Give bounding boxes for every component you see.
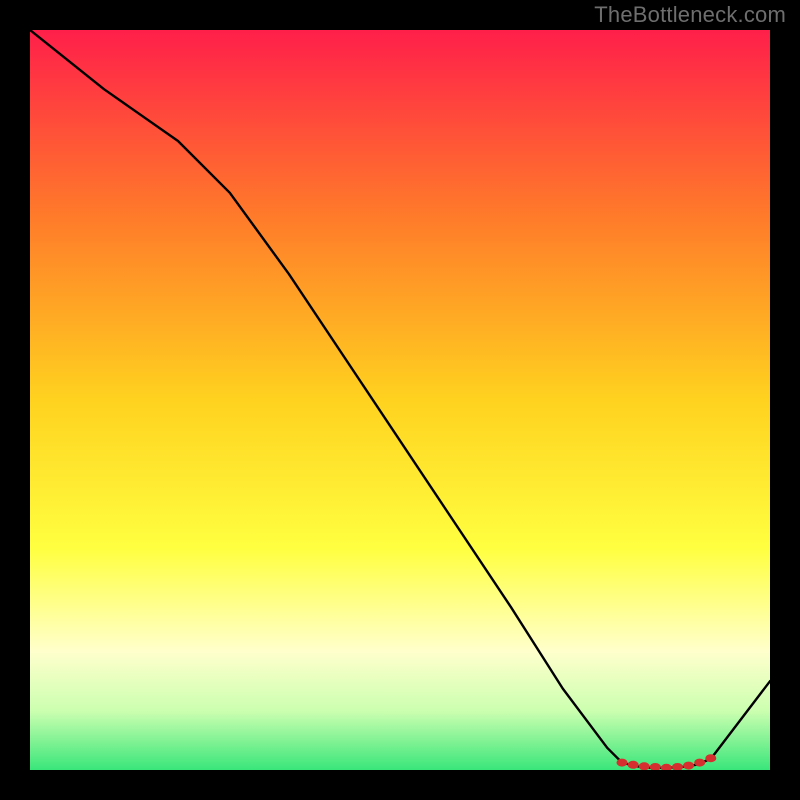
data-marker (683, 762, 694, 770)
watermark-text: TheBottleneck.com (594, 2, 786, 28)
chart-container: TheBottleneck.com (0, 0, 800, 800)
chart-svg (30, 30, 770, 770)
data-marker (617, 759, 628, 767)
data-marker (694, 759, 705, 767)
chart-plot-area (30, 30, 770, 770)
data-marker (705, 754, 716, 762)
data-marker (639, 762, 650, 770)
gradient-background (30, 30, 770, 770)
data-marker (628, 761, 639, 769)
